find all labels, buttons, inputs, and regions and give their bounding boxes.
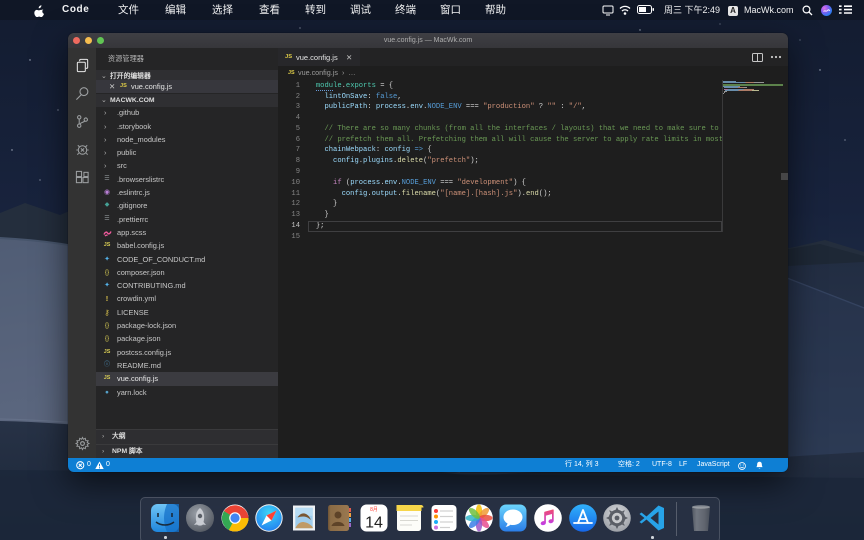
svg-text:14: 14 [365, 515, 383, 532]
svg-text:8月: 8月 [370, 507, 378, 513]
